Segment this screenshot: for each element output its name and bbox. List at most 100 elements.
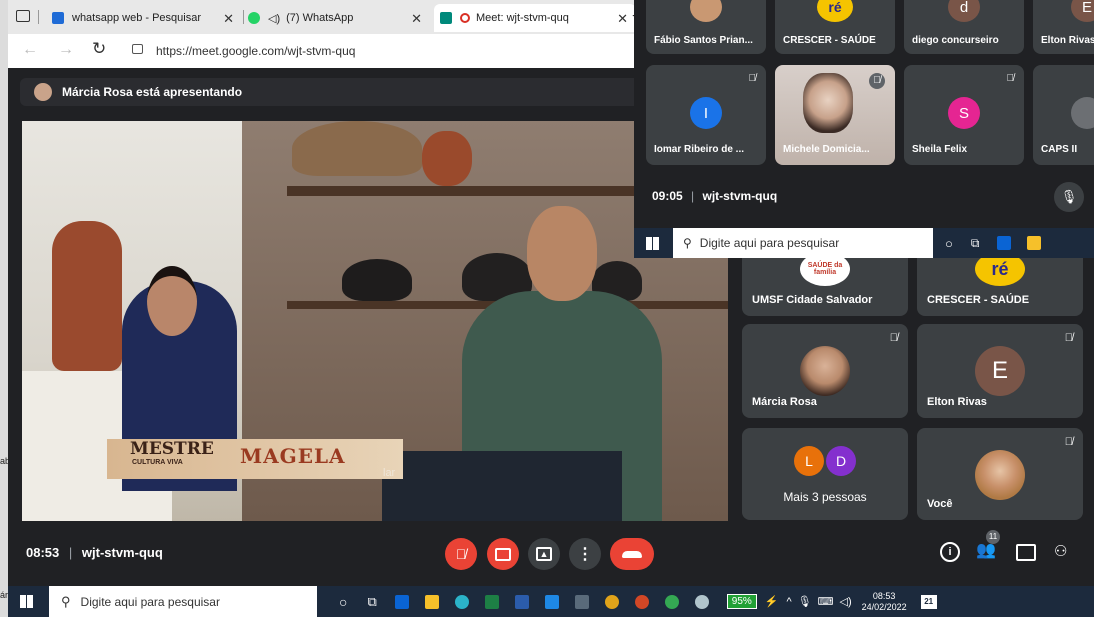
search-icon: ⚲	[61, 593, 71, 609]
hangup-icon	[622, 550, 642, 558]
cortana-icon[interactable]: ○	[945, 236, 953, 251]
network-icon[interactable]: ⌨	[818, 595, 834, 608]
guest-head	[527, 206, 597, 301]
participant-name: Sheila Felix	[912, 144, 968, 155]
outlook-icon[interactable]	[997, 236, 1012, 250]
participant-avatar	[800, 346, 850, 396]
tab-title: whatsapp web - Pesquisar	[72, 12, 202, 24]
camera-toggle-button[interactable]	[487, 538, 519, 570]
separator: |	[691, 189, 695, 203]
show-hidden-icons[interactable]: ^	[786, 596, 791, 608]
participant-tile[interactable]: E Elton Rivas	[1033, 0, 1094, 54]
participant-name: CAPS II	[1041, 144, 1078, 155]
participant-tile[interactable]: 🎙̸ E Elton Rivas	[917, 324, 1083, 418]
edge-icon[interactable]	[454, 594, 469, 609]
water-filter	[52, 221, 122, 371]
participant-name: Elton Rivas	[927, 396, 987, 408]
forward-icon[interactable]: →	[58, 41, 74, 59]
participant-avatar	[690, 0, 722, 22]
overlay-mic-button[interactable]: 🎙	[1054, 182, 1084, 212]
cortana-icon[interactable]: ○	[339, 594, 347, 610]
chrome-profile-icon[interactable]	[664, 594, 679, 609]
back-icon[interactable]: ←	[22, 41, 38, 59]
taskbar-search[interactable]: ⚲ Digite aqui para pesquisar	[49, 586, 317, 617]
crescer-logo: ré	[817, 0, 853, 22]
clock[interactable]: 08:53 24/02/2022	[862, 591, 907, 613]
participant-avatar	[1071, 97, 1094, 129]
microphone-tray-icon[interactable]: 🎙	[798, 595, 812, 608]
file-explorer-icon[interactable]	[1027, 236, 1042, 250]
tab-whatsapp[interactable]: ◁) (7) WhatsApp ✕	[248, 4, 430, 32]
word-icon[interactable]	[514, 594, 529, 609]
participant-name: Iomar Ribeiro de ...	[654, 144, 745, 155]
url-field[interactable]: https://meet.google.com/wjt-stvm-quq	[156, 44, 355, 58]
file-explorer-icon[interactable]	[424, 594, 439, 609]
paint-icon[interactable]	[694, 594, 709, 609]
windows-start-icon[interactable]	[20, 595, 33, 608]
close-tab-icon[interactable]: ✕	[223, 11, 234, 27]
battery-badge[interactable]: 95%	[726, 594, 757, 609]
task-view-icon[interactable]: ⧉	[971, 236, 980, 251]
participant-tile[interactable]: ré CRESCER - SAÚDE	[775, 0, 895, 54]
tab-meet[interactable]: Meet: wjt-stvm-quq ✕	[434, 4, 636, 32]
tab-separator	[243, 10, 244, 24]
pot	[292, 121, 422, 176]
present-button[interactable]: ▲	[528, 538, 560, 570]
participant-tile[interactable]: Fábio Santos Prian...	[646, 0, 766, 54]
clock-time: 08:53	[872, 590, 896, 601]
mic-off-icon: 🎙̸	[869, 73, 885, 89]
participant-initial-avatar: D	[826, 446, 856, 476]
participant-initial-avatar: S	[948, 97, 980, 129]
windows-start-icon[interactable]	[646, 236, 659, 250]
tab-title: (7) WhatsApp	[286, 12, 354, 24]
volume-icon[interactable]: ◁)	[840, 595, 852, 608]
task-view-icon[interactable]: ⧉	[367, 594, 376, 610]
mail-icon[interactable]	[544, 594, 559, 609]
participant-tile[interactable]: d diego concurseiro	[904, 0, 1024, 54]
close-tab-icon[interactable]: ✕	[411, 11, 422, 27]
participant-tile[interactable]: SAÚDE da família UMSF Cidade Salvador	[742, 250, 908, 316]
tab-separator	[38, 10, 39, 24]
more-people-tile[interactable]: L D Mais 3 pessoas	[742, 428, 908, 520]
participant-tile[interactable]: ré CRESCER - SAÚDE	[917, 250, 1083, 316]
more-options-button[interactable]: ⋮	[569, 538, 601, 570]
powerpoint-icon[interactable]	[634, 594, 649, 609]
meeting-info-icon[interactable]: i	[940, 542, 960, 562]
participant-initial-avatar: L	[794, 446, 824, 476]
participant-tile[interactable]: 🎙̸ Márcia Rosa	[742, 324, 908, 418]
mic-off-icon: 🎙̸	[1064, 332, 1073, 344]
mic-off-icon: 🎙̸	[1064, 436, 1073, 448]
leave-call-button[interactable]	[610, 538, 654, 570]
activities-icon[interactable]: ⚇	[1054, 542, 1067, 560]
participant-name: CRESCER - SAÚDE	[927, 294, 1030, 306]
tab-title: Meet: wjt-stvm-quq	[476, 12, 569, 24]
desktop-peek-text-ar: ár	[0, 590, 9, 600]
banner-extra: lar	[383, 467, 396, 479]
refresh-icon[interactable]: ↻	[92, 39, 106, 59]
windows-taskbar: ⚲ Digite aqui para pesquisar ○ ⧉ 95% ⚡ ^…	[8, 586, 1094, 617]
banner-title: MESTRE	[130, 439, 214, 459]
tab-actions-icon[interactable]	[16, 10, 30, 22]
notification-center-icon[interactable]: 21	[920, 594, 937, 609]
participant-tile[interactable]: CAPS II	[1033, 65, 1094, 165]
black-pot	[342, 259, 412, 301]
tab-whatsapp-search[interactable]: whatsapp web - Pesquisar ✕	[52, 4, 242, 32]
chrome-icon[interactable]	[604, 594, 619, 609]
overlay-taskbar: ⚲ Digite aqui para pesquisar ○ ⧉	[634, 228, 1094, 258]
presenter-avatar	[34, 83, 52, 101]
chat-icon[interactable]	[1016, 544, 1036, 561]
participant-tile[interactable]: 🎙̸ S Sheila Felix	[904, 65, 1024, 165]
mic-off-icon: 🎙̸	[1006, 73, 1015, 84]
participant-tile[interactable]: 🎙̸ Michele Domicia...	[775, 65, 895, 165]
excel-icon[interactable]	[484, 594, 499, 609]
mic-toggle-button[interactable]: 🎙̸	[445, 538, 477, 570]
recording-icon	[460, 13, 470, 23]
guest-legs	[382, 451, 622, 521]
overlay-taskbar-search[interactable]: ⚲ Digite aqui para pesquisar	[673, 228, 933, 258]
participant-tile[interactable]: 🎙̸ I Iomar Ribeiro de ...	[646, 65, 766, 165]
calculator-icon[interactable]	[574, 594, 589, 609]
banner-subtitle: CULTURA VIVA	[132, 459, 183, 466]
close-tab-icon[interactable]: ✕	[617, 11, 628, 27]
outlook-icon[interactable]	[394, 594, 409, 609]
self-tile[interactable]: 🎙̸ Você	[917, 428, 1083, 520]
